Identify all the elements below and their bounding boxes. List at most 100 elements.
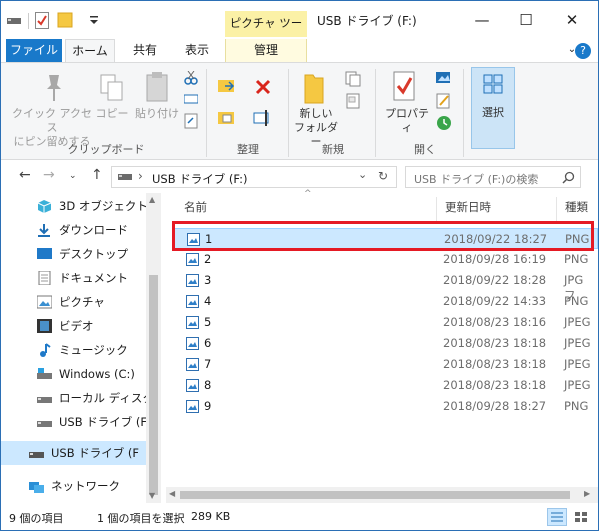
cut-icon[interactable]: [184, 71, 198, 85]
system-drive-icon: [37, 368, 52, 379]
pin-icon: [47, 75, 61, 101]
nav-item-downloads[interactable]: ダウンロード: [37, 219, 147, 241]
file-list-horizontal-scrollbar[interactable]: ◀ ▶: [166, 487, 598, 503]
tab-view[interactable]: 表示: [175, 39, 219, 63]
large-icons-view-icon: [575, 512, 587, 522]
nav-item-windows-c[interactable]: Windows (C:): [37, 363, 147, 385]
table-row[interactable]: 2 2018/09/28 16:19 PNG: [172, 249, 598, 270]
details-view-button[interactable]: [547, 508, 567, 526]
file-date: 2018/09/28 18:27: [443, 399, 547, 413]
edit-icon[interactable]: [436, 93, 452, 109]
status-item-count: 9 個の項目: [9, 512, 64, 525]
file-name: 5: [204, 315, 212, 329]
up-arrow-icon[interactable]: ↑: [91, 167, 103, 183]
column-divider[interactable]: [556, 197, 557, 221]
scroll-down-icon[interactable]: ▼: [149, 491, 155, 500]
paste-button[interactable]: 貼り付け: [135, 107, 179, 121]
easy-access-icon[interactable]: [345, 93, 361, 109]
scroll-left-icon[interactable]: ◀: [169, 489, 175, 498]
move-to-icon[interactable]: [217, 77, 237, 95]
copy-button[interactable]: コピー: [95, 107, 129, 121]
nav-pane-scrollbar[interactable]: ▲ ▼: [146, 193, 161, 503]
properties-button[interactable]: プロパティ: [381, 107, 433, 135]
search-icon[interactable]: [562, 171, 575, 184]
copy-to-icon[interactable]: [217, 109, 237, 127]
navigation-pane: 3D オブジェクト ダウンロード デスクトップ ドキュメント ピクチャ ビデオ …: [1, 193, 161, 503]
properties-icon[interactable]: [35, 12, 49, 29]
table-row[interactable]: 6 2018/08/23 18:18 JPEG: [172, 333, 598, 354]
picture-tools-label: ピクチャ ツール: [225, 11, 307, 54]
address-dropdown-icon[interactable]: ⌄: [358, 168, 367, 181]
table-row[interactable]: 5 2018/08/23 18:16 JPEG: [172, 312, 598, 333]
select-button[interactable]: 選択: [471, 67, 515, 149]
file-date: 2018/08/23 18:18: [443, 378, 547, 392]
back-arrow-icon[interactable]: ←: [19, 167, 31, 183]
recent-chevron-down-icon[interactable]: ⌄: [69, 171, 77, 181]
scrollbar-thumb[interactable]: [149, 275, 158, 495]
customize-quick-access-icon[interactable]: [89, 15, 99, 25]
column-header-name[interactable]: 名前: [184, 199, 207, 215]
nav-item-network[interactable]: ネットワーク: [29, 475, 139, 497]
table-row[interactable]: 4 2018/09/22 14:33 PNG: [172, 291, 598, 312]
new-item-icon[interactable]: [345, 71, 361, 87]
refresh-icon[interactable]: ↻: [378, 169, 388, 183]
file-name: 9: [204, 399, 212, 413]
table-row[interactable]: 8 2018/08/23 18:18 JPEG: [172, 375, 598, 396]
maximize-button[interactable]: ☐: [503, 7, 549, 33]
file-date: 2018/08/23 18:18: [443, 357, 547, 371]
delete-icon[interactable]: [255, 79, 271, 95]
organize-group-label: 整理: [237, 143, 259, 156]
ribbon-separator: [463, 69, 464, 157]
nav-item-usb-drive-selected[interactable]: USB ドライブ (F:): [29, 442, 139, 464]
open-icon[interactable]: [436, 71, 452, 85]
nav-item-videos[interactable]: ビデオ: [37, 315, 147, 337]
history-icon[interactable]: [436, 115, 452, 131]
address-bar[interactable]: › USB ドライブ (F:) ⌄ ↻: [111, 166, 397, 188]
file-type: PNG: [564, 399, 589, 413]
tab-file[interactable]: ファイル: [6, 39, 62, 63]
column-header-type[interactable]: 種類: [565, 199, 588, 215]
nav-item-music[interactable]: ミュージック: [37, 339, 147, 361]
details-view-icon: [551, 512, 563, 522]
column-divider[interactable]: [436, 197, 437, 221]
close-button[interactable]: ✕: [549, 7, 595, 33]
table-row[interactable]: 9 2018/09/28 18:27 PNG: [172, 396, 598, 417]
column-header-date[interactable]: 更新日時: [445, 199, 491, 215]
ribbon-separator: [375, 69, 376, 157]
tab-share[interactable]: 共有: [125, 39, 165, 63]
search-box[interactable]: USB ドライブ (F:)の検索: [405, 166, 581, 188]
folder-icon: [304, 74, 324, 104]
tab-manage[interactable]: 管理: [225, 39, 307, 63]
image-file-icon: [186, 316, 199, 329]
nav-item-3d-objects[interactable]: 3D オブジェクト: [37, 195, 147, 217]
minimize-button[interactable]: —: [459, 7, 505, 33]
rename-icon[interactable]: [253, 109, 273, 127]
scroll-right-icon[interactable]: ▶: [584, 489, 590, 498]
tab-home[interactable]: ホーム: [65, 39, 115, 63]
paste-shortcut-icon[interactable]: [184, 113, 198, 129]
scrollbar-thumb[interactable]: [180, 491, 570, 499]
nav-item-documents[interactable]: ドキュメント: [37, 267, 147, 289]
file-date: 2018/09/22 18:28: [443, 273, 547, 287]
copy-path-icon[interactable]: [184, 93, 198, 105]
address-path[interactable]: USB ドライブ (F:): [152, 171, 248, 187]
table-row[interactable]: 7 2018/08/23 18:18 JPEG: [172, 354, 598, 375]
drive-icon[interactable]: [7, 15, 21, 25]
table-row[interactable]: 3 2018/09/22 18:28 JPG フ: [172, 270, 598, 302]
3d-objects-icon: [37, 200, 52, 213]
scroll-up-icon[interactable]: ▲: [149, 195, 155, 204]
nav-item-local-disk-d[interactable]: ローカル ディスク (D: [37, 387, 147, 409]
title-bar: ピクチャ ツール USB ドライブ (F:) — ☐ ✕: [1, 1, 598, 54]
new-folder-icon[interactable]: [57, 12, 73, 28]
select-grid-icon: [483, 74, 503, 94]
large-icons-view-button[interactable]: [571, 508, 591, 526]
nav-item-usb-drive[interactable]: USB ドライブ (F:): [37, 411, 147, 433]
forward-arrow-icon[interactable]: →: [43, 167, 55, 183]
nav-item-pictures[interactable]: ピクチャ: [37, 291, 147, 313]
annotation-highlight-box: [172, 221, 594, 251]
breadcrumb-chevron-icon[interactable]: ›: [138, 169, 143, 183]
disk-drive-icon: [37, 397, 52, 403]
nav-item-desktop[interactable]: デスクトップ: [37, 243, 147, 265]
help-icon[interactable]: ?: [575, 43, 591, 59]
file-type: JPEG: [564, 315, 591, 329]
